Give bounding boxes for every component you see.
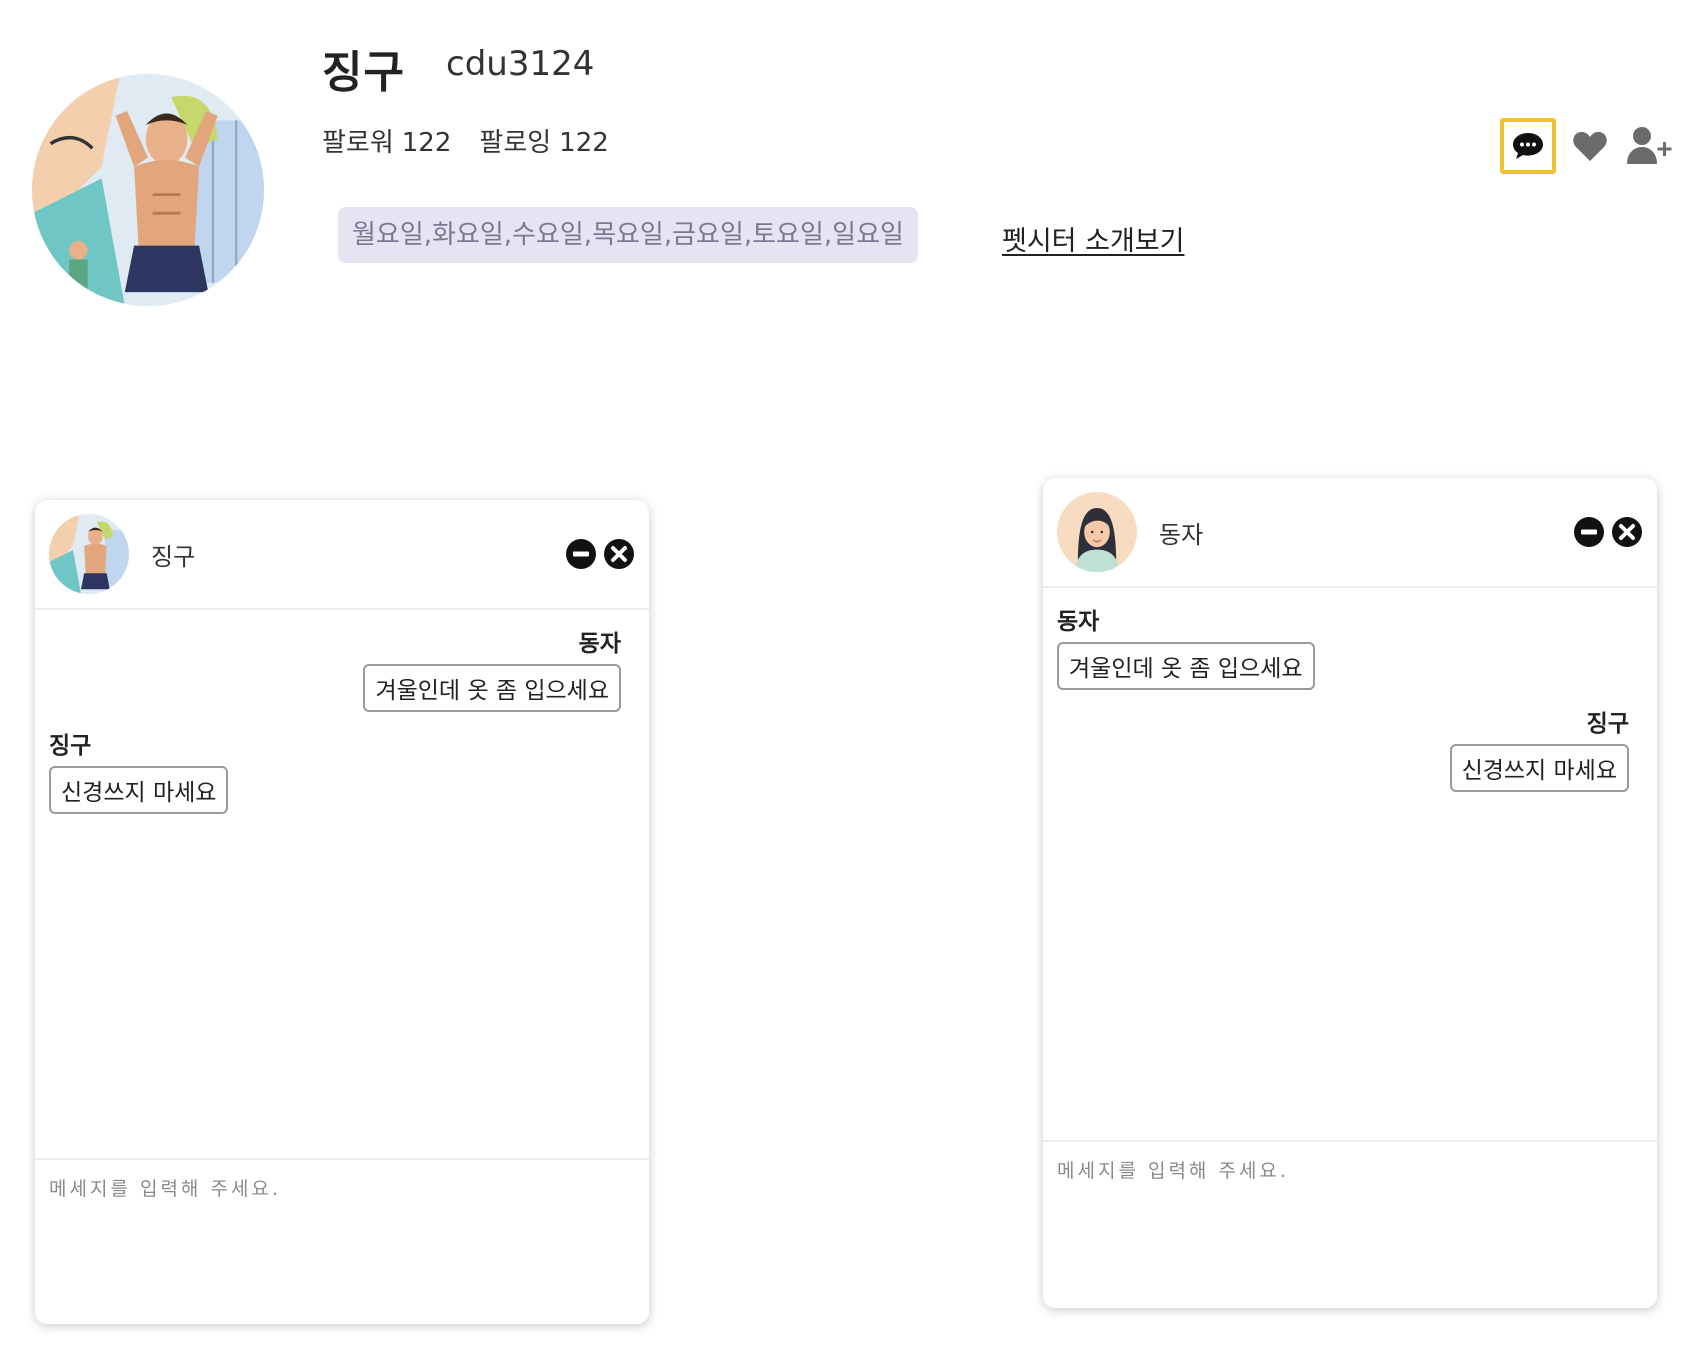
chat-messages: 동자 겨울인데 옷 좀 입으세요 징구 신경쓰지 마세요 bbox=[1043, 588, 1657, 792]
message-bubble: 신경쓰지 마세요 bbox=[49, 766, 229, 814]
chat-title: 징구 bbox=[151, 542, 196, 571]
profile-actions bbox=[1500, 118, 1674, 174]
chat-input-area bbox=[35, 1158, 649, 1324]
chat-window-dongja: 동자 동자 겨울인데 옷 좀 입으세요 징구 신경쓰지 마세요 bbox=[1043, 478, 1657, 1308]
window-controls bbox=[1573, 516, 1643, 548]
message-input[interactable] bbox=[49, 1174, 635, 1294]
chat-button[interactable] bbox=[1500, 118, 1556, 174]
chat-header: 동자 bbox=[1043, 478, 1657, 588]
following-stat[interactable]: 팔로잉 122 bbox=[479, 122, 608, 159]
message-item: 동자 겨울인데 옷 좀 입으세요 bbox=[49, 624, 621, 712]
message-sender: 동자 bbox=[578, 631, 621, 657]
heart-icon bbox=[1573, 131, 1607, 161]
following-label: 팔로잉 bbox=[479, 128, 552, 158]
schedule-badge: 월요일,화요일,수요일,목요일,금요일,토요일,일요일 bbox=[338, 207, 918, 263]
message-input[interactable] bbox=[1057, 1156, 1643, 1276]
profile-name: 징구 bbox=[322, 47, 405, 98]
followers-label: 팔로워 bbox=[322, 128, 394, 158]
chat-header: 징구 bbox=[35, 500, 649, 610]
message-bubble: 겨울인데 옷 좀 입으세요 bbox=[363, 664, 621, 712]
minimize-icon[interactable] bbox=[565, 538, 597, 570]
follow-button[interactable] bbox=[1624, 124, 1674, 168]
chat-avatar bbox=[1057, 492, 1137, 572]
window-controls bbox=[565, 538, 635, 570]
followers-count: 122 bbox=[401, 128, 452, 158]
profile-photo-image bbox=[32, 74, 264, 306]
add-user-icon bbox=[1627, 127, 1672, 164]
follow-stats: 팔로워 122 팔로잉 122 bbox=[322, 122, 609, 159]
message-item: 징구 신경쓰지 마세요 bbox=[49, 726, 621, 814]
minimize-icon[interactable] bbox=[1573, 516, 1605, 548]
woman-illustration-image bbox=[1057, 492, 1137, 572]
chat-title: 동자 bbox=[1159, 520, 1204, 549]
message-item: 징구 신경쓰지 마세요 bbox=[1057, 704, 1629, 792]
petsitter-intro-link[interactable]: 펫시터 소개보기 bbox=[1002, 219, 1184, 258]
following-count: 122 bbox=[559, 128, 609, 158]
message-item: 동자 겨울인데 옷 좀 입으세요 bbox=[1057, 602, 1629, 690]
message-bubble: 겨울인데 옷 좀 입으세요 bbox=[1057, 642, 1315, 690]
profile-avatar bbox=[32, 74, 264, 306]
user-photo-image bbox=[49, 514, 129, 594]
chat-avatar bbox=[49, 514, 129, 594]
chat-messages: 동자 겨울인데 옷 좀 입으세요 징구 신경쓰지 마세요 bbox=[35, 610, 649, 814]
message-sender: 징구 bbox=[49, 733, 92, 759]
profile-handle: cdu3124 bbox=[446, 44, 595, 84]
message-sender: 징구 bbox=[1586, 711, 1629, 737]
chat-window-jinggu: 징구 동자 겨울인데 옷 좀 입으세요 징구 신경쓰지 마세요 bbox=[35, 500, 649, 1324]
close-icon[interactable] bbox=[1611, 516, 1643, 548]
like-button[interactable] bbox=[1570, 126, 1610, 166]
close-icon[interactable] bbox=[603, 538, 635, 570]
message-bubble: 신경쓰지 마세요 bbox=[1449, 744, 1629, 792]
message-sender: 동자 bbox=[1057, 609, 1100, 635]
chat-icon bbox=[1513, 133, 1543, 159]
followers-stat[interactable]: 팔로워 122 bbox=[322, 122, 451, 159]
chat-input-area bbox=[1043, 1140, 1657, 1308]
